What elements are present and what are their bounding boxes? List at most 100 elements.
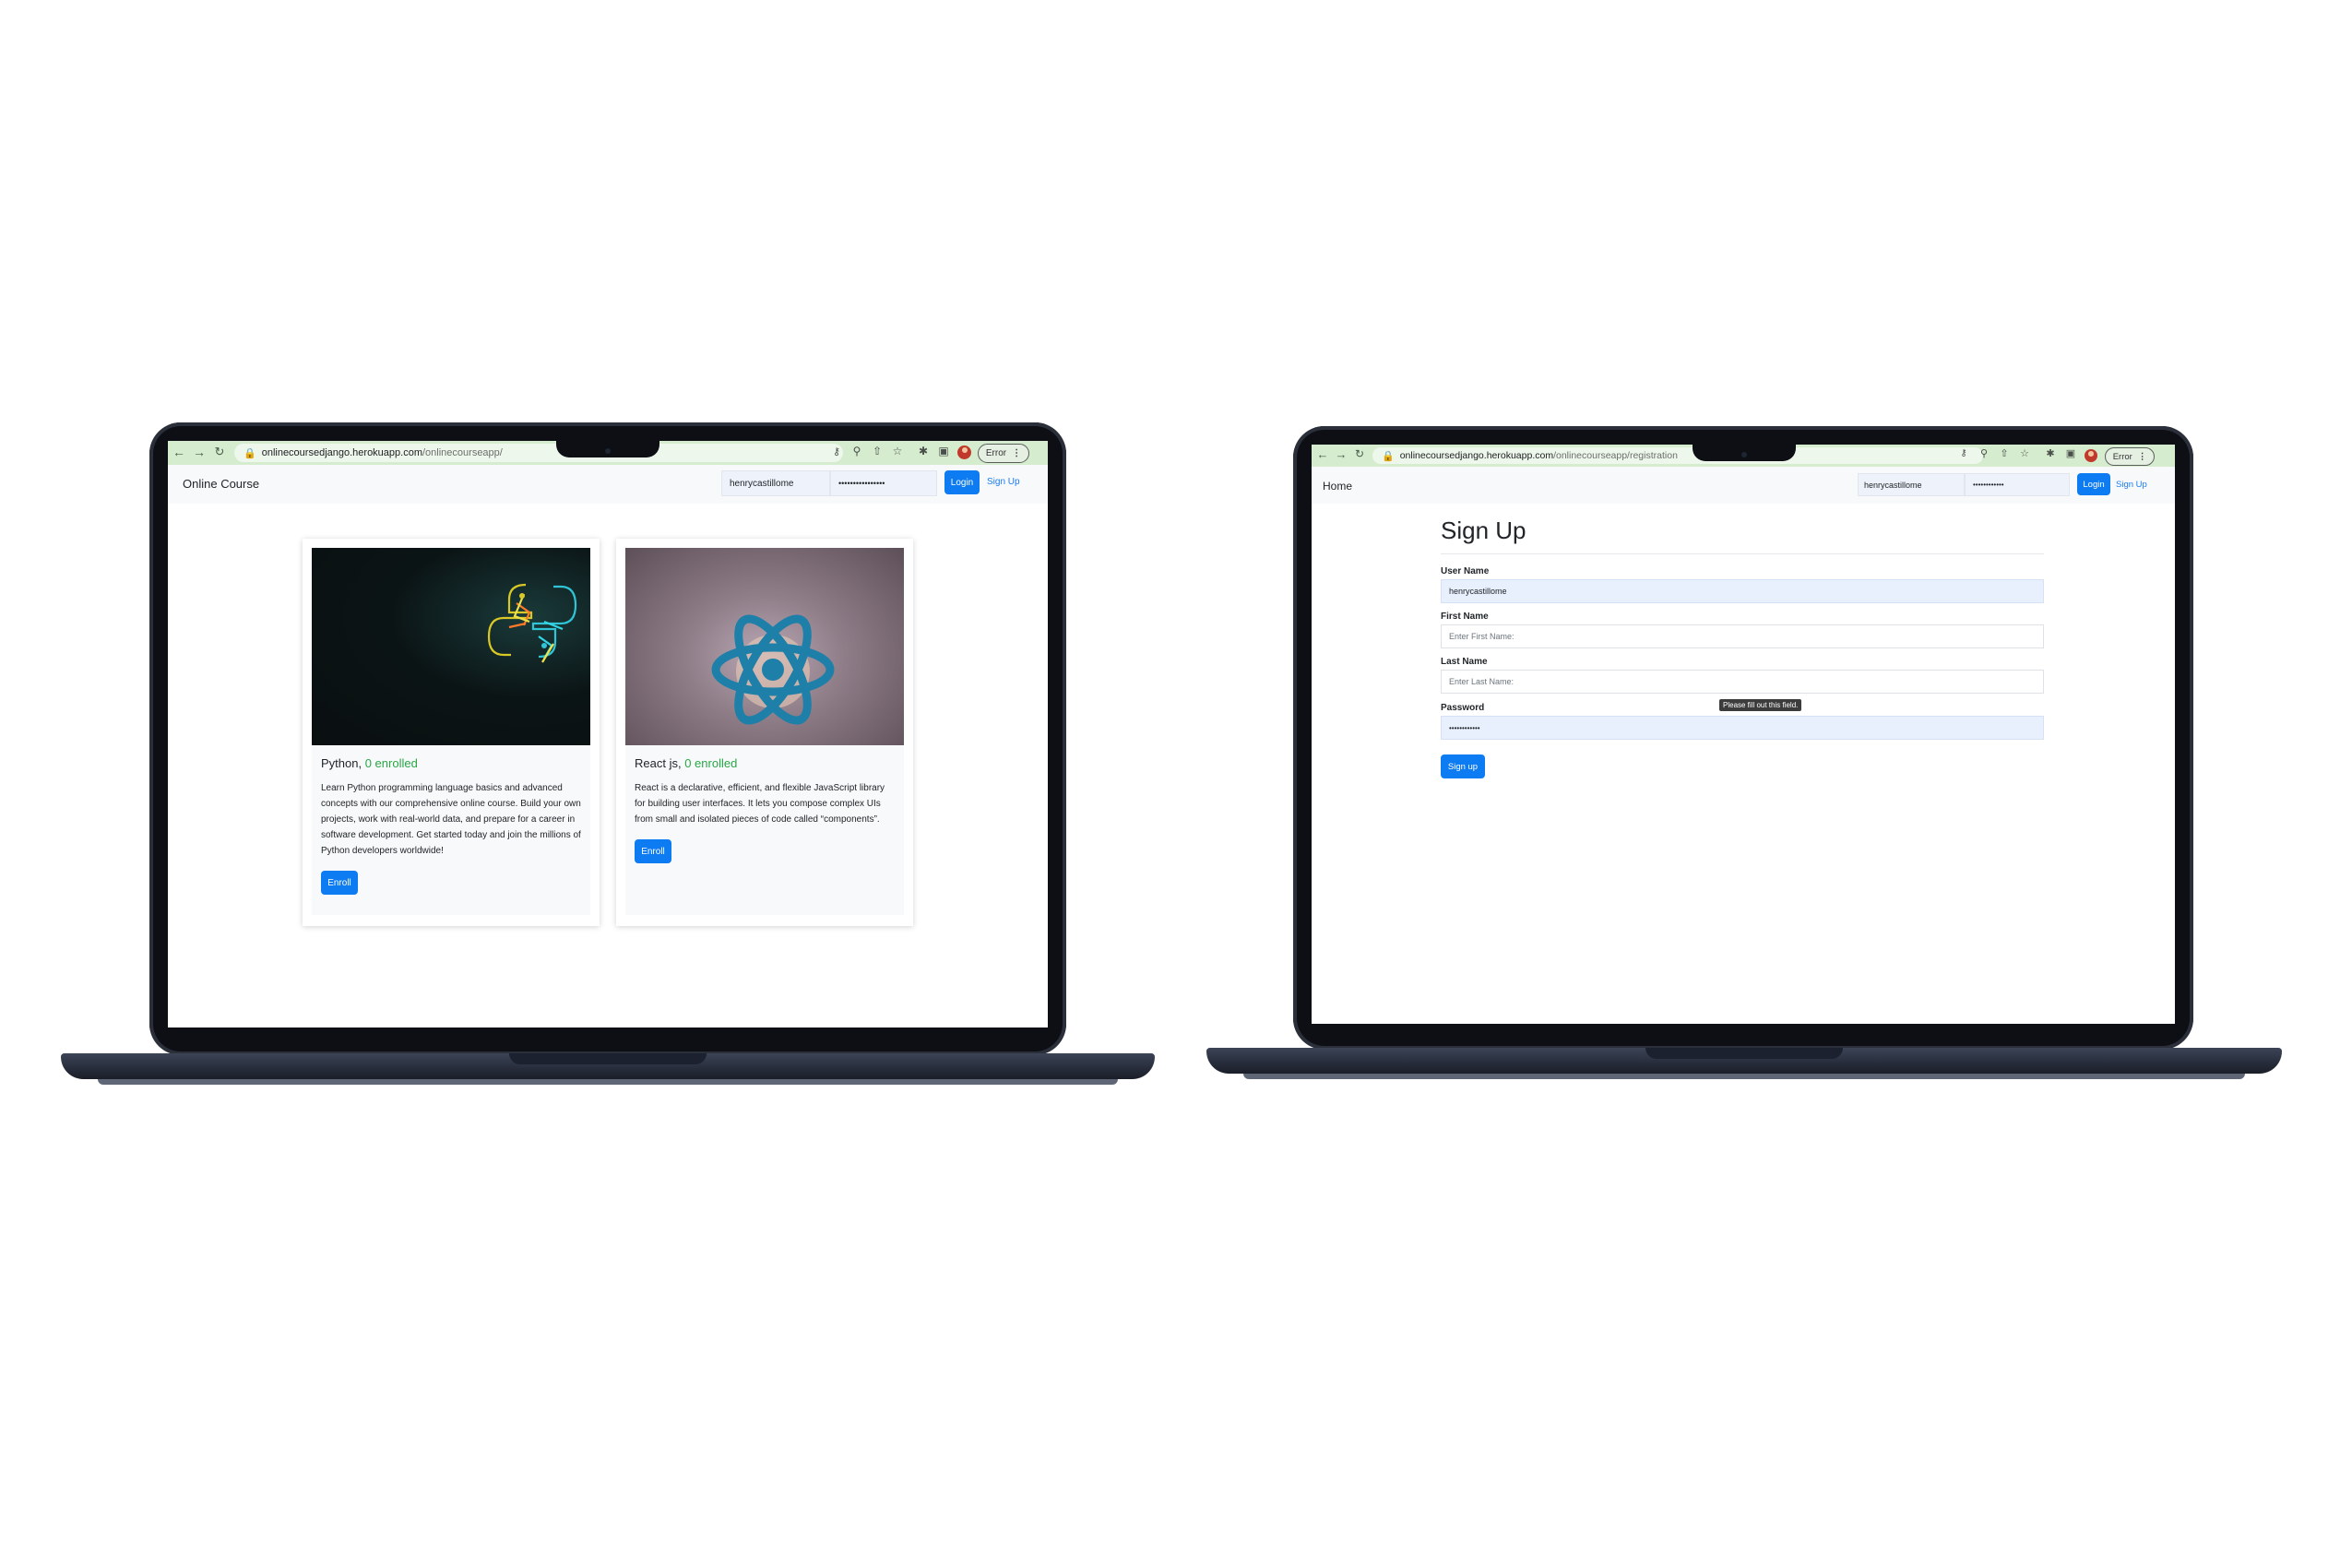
reload-icon[interactable]: ↻: [212, 445, 227, 459]
extensions-icon[interactable]: ✱: [2044, 447, 2057, 459]
forward-arrow-icon[interactable]: →: [192, 445, 207, 459]
navbar-password-value: ••••••••••••••••: [838, 479, 885, 488]
lock-icon: 🔒: [1382, 450, 1395, 462]
lastname-field[interactable]: Enter Last Name:: [1441, 670, 2044, 694]
python-enroll-label: Enroll: [327, 877, 351, 888]
username-field[interactable]: henrycastillome: [1441, 579, 2044, 603]
firstname-field[interactable]: Enter First Name:: [1441, 624, 2044, 648]
zoom-icon[interactable]: ⚲: [1978, 447, 1990, 459]
profile-avatar[interactable]: [2085, 449, 2097, 462]
password-field[interactable]: ••••••••••••: [1441, 716, 2044, 740]
react-logo-icon: [711, 614, 835, 725]
navbar-brand[interactable]: Online Course: [183, 477, 259, 491]
left-laptop: ← → ↻ 🔒 onlinecoursedjango.herokuapp.com…: [61, 422, 1155, 1088]
url-host: onlinecoursedjango.herokuapp.com: [261, 447, 422, 458]
address-bar[interactable]: 🔒 onlinecoursedjango.herokuapp.com/onlin…: [234, 444, 843, 462]
navbar-password-value: ••••••••••••: [1973, 481, 2004, 489]
profile-error-button[interactable]: Error ⋮: [2105, 447, 2155, 466]
navbar-username-value: henrycastillome: [730, 478, 794, 489]
profile-status: Error: [985, 448, 1007, 458]
key-icon[interactable]: ⚷: [1957, 448, 1970, 458]
right-laptop-screen: ← → ↻ 🔒 onlinecoursedjango.herokuapp.com…: [1312, 445, 2175, 1024]
profile-status: Error: [2112, 451, 2132, 462]
firstname-placeholder: Enter First Name:: [1449, 632, 1515, 641]
lock-icon: 🔒: [244, 447, 256, 459]
navbar-login-button[interactable]: Login: [944, 470, 980, 494]
profile-avatar[interactable]: [957, 445, 971, 459]
password-value: ••••••••••••: [1449, 723, 1480, 732]
left-base-foot: [98, 1079, 1118, 1085]
navbar-username-input[interactable]: henrycastillome: [721, 470, 830, 496]
back-arrow-icon[interactable]: ←: [172, 445, 186, 459]
react-card-title: React js, 0 enrolled: [635, 756, 737, 770]
camera-icon: [1741, 452, 1747, 457]
star-icon[interactable]: ☆: [891, 445, 904, 457]
page-title: Sign Up: [1441, 517, 1526, 544]
right-base-foot: [1243, 1074, 2245, 1079]
reload-icon[interactable]: ↻: [1352, 447, 1367, 460]
react-enrolled-count: 0 enrolled: [684, 756, 738, 770]
right-base-indent: [1645, 1048, 1843, 1059]
course-card-python: Python, 0 enrolled Learn Python programm…: [303, 539, 600, 926]
python-course-image: [312, 548, 590, 745]
more-icon: ⋮: [2137, 451, 2147, 462]
navbar-login-button[interactable]: Login: [2077, 473, 2110, 495]
right-camera-notch: [1693, 445, 1796, 461]
react-course-image: [625, 548, 904, 745]
python-card-description: Learn Python programming language basics…: [321, 783, 581, 856]
react-course-name: React js,: [635, 756, 682, 770]
forward-arrow-icon[interactable]: →: [1334, 447, 1348, 461]
camera-icon: [605, 448, 611, 454]
sidepanel-icon[interactable]: ▣: [937, 445, 950, 457]
sidepanel-icon[interactable]: ▣: [2064, 447, 2077, 459]
lastname-placeholder: Enter Last Name:: [1449, 677, 1515, 686]
share-icon[interactable]: ⇧: [871, 445, 884, 457]
navbar-password-input[interactable]: ••••••••••••: [1965, 473, 2070, 496]
login-label: Login: [2083, 479, 2105, 490]
login-label: Login: [950, 477, 974, 488]
navbar-username-value: henrycastillome: [1864, 480, 1922, 490]
python-enroll-button[interactable]: Enroll: [321, 871, 358, 895]
react-card-body: React js, 0 enrolled React is a declarat…: [625, 745, 904, 915]
python-card-title: Python, 0 enrolled: [321, 756, 418, 770]
navbar-signup-link[interactable]: Sign Up: [987, 477, 1020, 487]
course-card-react: React js, 0 enrolled React is a declarat…: [616, 539, 913, 926]
signup-submit-label: Sign up: [1447, 761, 1479, 772]
left-laptop-screen: ← → ↻ 🔒 onlinecoursedjango.herokuapp.com…: [168, 441, 1048, 1028]
navbar-password-input[interactable]: ••••••••••••••••: [830, 470, 937, 496]
title-divider: [1441, 553, 2044, 554]
navbar-username-input[interactable]: henrycastillome: [1858, 473, 1965, 496]
zoom-icon[interactable]: ⚲: [850, 445, 863, 457]
more-icon: ⋮: [1012, 448, 1022, 458]
url-path: /onlinecourseapp/registration: [1553, 450, 1678, 461]
back-arrow-icon[interactable]: ←: [1315, 447, 1330, 461]
lastname-label: Last Name: [1441, 657, 1488, 667]
url-host: onlinecoursedjango.herokuapp.com: [1399, 450, 1554, 461]
react-card-description: React is a declarative, efficient, and f…: [635, 783, 885, 825]
address-bar[interactable]: 🔒 onlinecoursedjango.herokuapp.com/onlin…: [1372, 447, 1983, 464]
extensions-icon[interactable]: ✱: [917, 445, 930, 457]
left-base-indent: [509, 1053, 707, 1064]
signup-submit-button[interactable]: Sign up: [1441, 754, 1485, 778]
python-course-name: Python,: [321, 756, 362, 770]
validation-tooltip: Please fill out this field.: [1719, 699, 1802, 711]
app-navbar: Online Course henrycastillome ••••••••••…: [168, 465, 1048, 504]
star-icon[interactable]: ☆: [2018, 447, 2031, 459]
python-logo-icon: [487, 583, 577, 663]
url-path: /onlinecourseapp/: [422, 447, 503, 458]
python-card-body: Python, 0 enrolled Learn Python programm…: [312, 745, 590, 915]
firstname-label: First Name: [1441, 612, 1489, 622]
username-value: henrycastillome: [1449, 587, 1507, 596]
right-laptop: ← → ↻ 🔒 onlinecoursedjango.herokuapp.com…: [1206, 426, 2282, 1083]
app-navbar: Home henrycastillome •••••••••••• Login …: [1312, 467, 2175, 504]
profile-error-button[interactable]: Error ⋮: [978, 444, 1029, 463]
navbar-signup-link[interactable]: Sign Up: [2116, 480, 2147, 490]
react-enroll-label: Enroll: [641, 846, 665, 857]
react-enroll-button[interactable]: Enroll: [635, 839, 671, 863]
username-label: User Name: [1441, 566, 1490, 576]
share-icon[interactable]: ⇧: [1998, 447, 2011, 459]
navbar-home-link[interactable]: Home: [1323, 480, 1352, 493]
python-enrolled-count: 0 enrolled: [364, 756, 418, 770]
password-label: Password: [1441, 703, 1485, 713]
key-icon[interactable]: ⚷: [830, 445, 843, 457]
